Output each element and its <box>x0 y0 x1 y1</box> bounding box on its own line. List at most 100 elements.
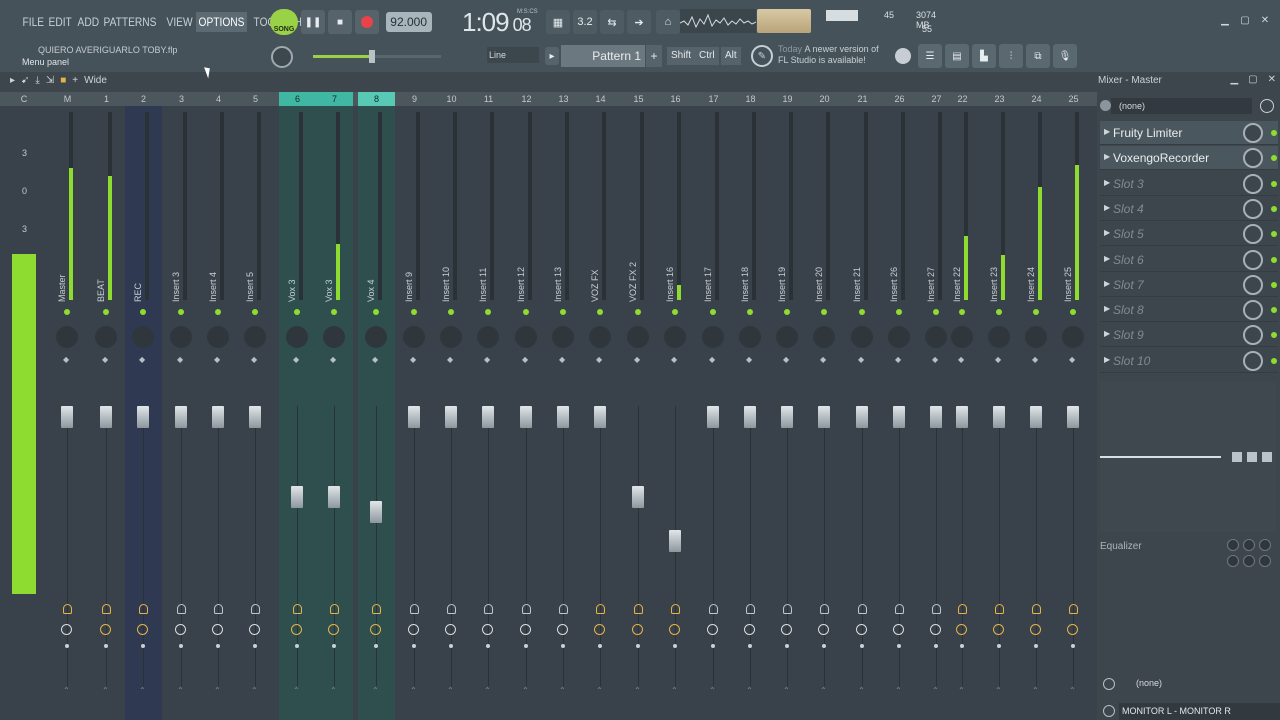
eq-band-mid-slider[interactable] <box>1247 452 1257 462</box>
mixer-strip[interactable]: Insert 5 ◆ ⌃ <box>237 106 274 720</box>
channel-number[interactable]: 20 <box>806 92 843 106</box>
route-icon[interactable] <box>709 604 718 614</box>
volume-fader[interactable] <box>632 485 644 508</box>
slot-enable-led[interactable] <box>1271 332 1277 339</box>
arm-record-icon[interactable] <box>893 624 904 635</box>
volume-fader[interactable] <box>137 406 149 428</box>
pan-knob[interactable] <box>403 326 425 348</box>
disk-icon[interactable]: ⤓ <box>35 75 39 86</box>
volume-fader[interactable] <box>707 406 719 428</box>
menu-options[interactable]: OPTIONS <box>195 12 247 32</box>
channel-number[interactable]: 14 <box>582 92 619 106</box>
channel-number[interactable]: 11 <box>470 92 507 106</box>
stereo-separation-control[interactable]: ◆ <box>372 354 378 365</box>
close-icon[interactable]: ✕ <box>1268 74 1276 85</box>
mix-knob[interactable] <box>1243 148 1263 169</box>
slot-enable-led[interactable] <box>1271 155 1277 162</box>
arm-record-icon[interactable] <box>520 624 531 635</box>
channel-number[interactable]: 10 <box>433 92 470 106</box>
channel-number[interactable]: 17 <box>695 92 732 106</box>
mixer-icon[interactable]: ⫶ <box>999 44 1023 68</box>
pan-knob[interactable] <box>244 326 266 348</box>
pan-knob[interactable] <box>664 326 686 348</box>
volume-fader[interactable] <box>818 406 830 428</box>
slot-enable-led[interactable] <box>1271 180 1277 187</box>
route-icon[interactable] <box>1069 604 1078 614</box>
plugin-picker-icon[interactable]: ⧉ <box>1026 44 1050 68</box>
mute-led[interactable] <box>448 309 454 315</box>
stereo-separation-control[interactable]: ◆ <box>139 354 145 365</box>
send-arrow-icon[interactable]: ⌃ <box>995 686 1002 695</box>
maximize-icon[interactable]: ▢ <box>1238 14 1252 28</box>
pan-knob[interactable] <box>365 326 387 348</box>
mute-led[interactable] <box>1070 309 1076 315</box>
mixer-strip[interactable]: VOZ FX 2 ◆ ⌃ <box>620 106 657 720</box>
send-arrow-icon[interactable]: ⌃ <box>1032 686 1039 695</box>
mixer-strip[interactable]: Insert 12 ◆ ⌃ <box>508 106 545 720</box>
route-icon[interactable] <box>932 604 941 614</box>
route-icon[interactable] <box>214 604 223 614</box>
preset-icon[interactable] <box>1100 100 1111 111</box>
volume-fader[interactable] <box>856 406 868 428</box>
stereo-separation-control[interactable]: ◆ <box>214 354 220 365</box>
effect-slot[interactable]: ▶ Slot 5 <box>1100 222 1278 247</box>
mute-led[interactable] <box>1033 309 1039 315</box>
send-arrow-icon[interactable]: ⌃ <box>177 686 184 695</box>
mute-led[interactable] <box>672 309 678 315</box>
pattern-selector[interactable]: Pattern 1 <box>561 45 645 67</box>
arm-record-icon[interactable] <box>557 624 568 635</box>
mixer-strip[interactable]: Insert 18 ◆ ⌃ <box>732 106 769 720</box>
stereo-separation-control[interactable]: ◆ <box>895 354 901 365</box>
mix-knob[interactable] <box>1243 350 1263 371</box>
close-icon[interactable]: ✕ <box>1258 14 1272 28</box>
mixer-strip[interactable]: Insert 23 ◆ ⌃ <box>981 106 1018 720</box>
stereo-separation-control[interactable]: ◆ <box>671 354 677 365</box>
mix-knob[interactable] <box>1243 249 1263 270</box>
send-arrow-icon[interactable]: ⌃ <box>214 686 221 695</box>
mute-led[interactable] <box>178 309 184 315</box>
mixer-strip[interactable]: Insert 17 ◆ ⌃ <box>695 106 732 720</box>
channel-number[interactable]: 22 <box>944 92 981 106</box>
route-icon[interactable] <box>251 604 260 614</box>
expand-arrow-icon[interactable]: ▶ <box>1104 355 1110 364</box>
mixer-strip[interactable]: Insert 19 ◆ ⌃ <box>769 106 806 720</box>
eq-knob[interactable] <box>1259 539 1271 551</box>
mixer-strip[interactable]: Insert 9 ◆ ⌃ <box>396 106 433 720</box>
stereo-separation-control[interactable]: ◆ <box>410 354 416 365</box>
volume-fader[interactable] <box>781 406 793 428</box>
mixer-strip[interactable]: Insert 4 ◆ ⌃ <box>200 106 237 720</box>
channel-number[interactable]: M <box>49 92 86 106</box>
stereo-separation-control[interactable]: ◆ <box>958 354 964 365</box>
shift-key-button[interactable]: Shift <box>667 47 696 65</box>
pan-knob[interactable] <box>776 326 798 348</box>
mixer-strip[interactable]: Insert 11 ◆ ⌃ <box>470 106 507 720</box>
pan-knob[interactable] <box>56 326 78 348</box>
pan-knob[interactable] <box>323 326 345 348</box>
arm-record-icon[interactable] <box>175 624 186 635</box>
send-arrow-icon[interactable]: ⌃ <box>895 686 902 695</box>
volume-fader[interactable] <box>482 406 494 428</box>
volume-fader[interactable] <box>291 485 303 508</box>
route-icon[interactable] <box>671 604 680 614</box>
channel-number[interactable]: 3 <box>163 92 200 106</box>
send-arrow-icon[interactable]: ⌃ <box>709 686 716 695</box>
mute-led[interactable] <box>331 309 337 315</box>
microphone-icon[interactable]: 🎙 <box>1053 44 1077 68</box>
mixer-strip[interactable]: Insert 25 ◆ ⌃ <box>1055 106 1092 720</box>
arm-record-icon[interactable] <box>249 624 260 635</box>
pan-knob[interactable] <box>170 326 192 348</box>
arm-record-icon[interactable] <box>781 624 792 635</box>
stereo-separation-control[interactable]: ◆ <box>634 354 640 365</box>
volume-fader[interactable] <box>212 406 224 428</box>
expand-arrow-icon[interactable]: ▶ <box>1104 178 1110 187</box>
pan-knob[interactable] <box>477 326 499 348</box>
mixer-strip[interactable]: Insert 26 ◆ ⌃ <box>881 106 918 720</box>
expand-arrow-icon[interactable]: ▶ <box>1104 304 1110 313</box>
channel-number[interactable]: 18 <box>732 92 769 106</box>
channel-number[interactable]: 16 <box>657 92 694 106</box>
eq-knob[interactable] <box>1227 555 1239 567</box>
pan-knob[interactable] <box>888 326 910 348</box>
slot-enable-led[interactable] <box>1271 357 1277 364</box>
stereo-separation-control[interactable]: ◆ <box>251 354 257 365</box>
pan-knob[interactable] <box>207 326 229 348</box>
